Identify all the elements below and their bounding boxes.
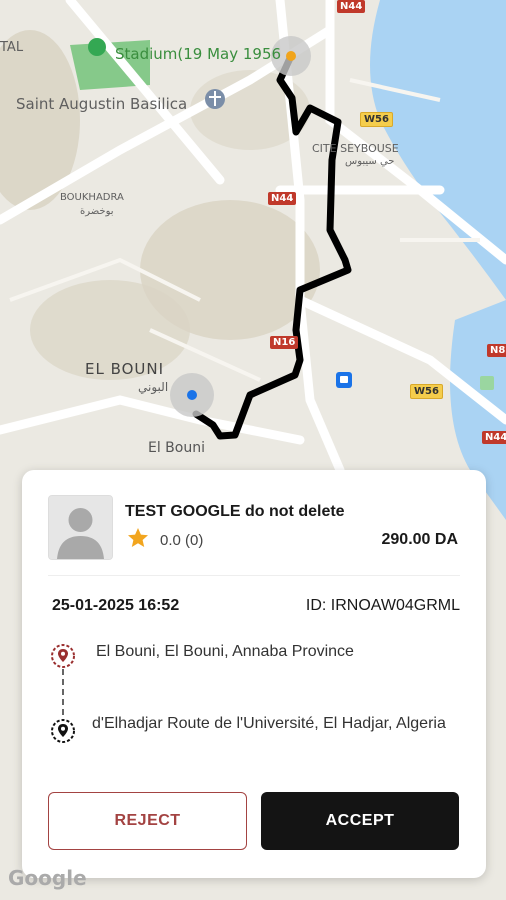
current-location-marker bbox=[187, 390, 197, 400]
destination-marker bbox=[286, 51, 296, 61]
map-label-cite-seybouse: CITE SEYBOUSE bbox=[312, 142, 399, 155]
map-label-stadium[interactable]: Stadium(19 May 1956 bbox=[115, 45, 281, 63]
map-label-boukhadra-ar: بوخضرة bbox=[80, 206, 114, 217]
card-divider bbox=[48, 575, 460, 576]
accept-button[interactable]: ACCEPT bbox=[261, 792, 459, 850]
road-badge-n44: N44 bbox=[337, 0, 366, 13]
reject-button[interactable]: REJECT bbox=[48, 792, 247, 850]
road-badge-n44: N44 bbox=[268, 192, 297, 205]
map-label-el-bouni-small: El Bouni bbox=[148, 440, 205, 456]
rider-avatar bbox=[48, 495, 113, 560]
dropoff-address: d'Elhadjar Route de l'Université, El Had… bbox=[92, 715, 446, 732]
road-badge-n8: N8 bbox=[487, 344, 506, 357]
google-logo: Google bbox=[8, 866, 87, 890]
ride-datetime: 25-01-2025 16:52 bbox=[52, 597, 180, 614]
rider-name: TEST GOOGLE do not delete bbox=[125, 503, 345, 520]
ride-id: ID: IRNOAW04GRML bbox=[305, 597, 460, 614]
road-badge-w56: W56 bbox=[360, 112, 393, 127]
rider-rating: 0.0 (0) bbox=[160, 532, 204, 549]
road-badge-n16: N16 bbox=[270, 336, 299, 349]
map-label-el-bouni-ar: البوني bbox=[138, 380, 169, 394]
map-label-boukhadra: BOUKHADRA bbox=[60, 192, 124, 203]
ride-request-card: TEST GOOGLE do not delete 0.0 (0) 290.00… bbox=[22, 470, 486, 878]
dropoff-pin-icon bbox=[50, 718, 76, 749]
pickup-address: El Bouni, El Bouni, Annaba Province bbox=[96, 643, 354, 660]
star-icon bbox=[126, 526, 150, 555]
map-label-cite-seybouse-ar: حي سيبوس bbox=[345, 156, 395, 167]
map-label-el-bouni: EL BOUNI bbox=[85, 360, 165, 378]
road-badge-n44: N44 bbox=[482, 431, 506, 444]
map-label-basilica[interactable]: Saint Augustin Basilica bbox=[16, 95, 187, 113]
route-connector bbox=[62, 669, 64, 715]
road-badge-w56: W56 bbox=[410, 384, 443, 399]
fare-price: 290.00 DA bbox=[381, 531, 459, 548]
map-label-tal: TAL bbox=[0, 40, 24, 55]
